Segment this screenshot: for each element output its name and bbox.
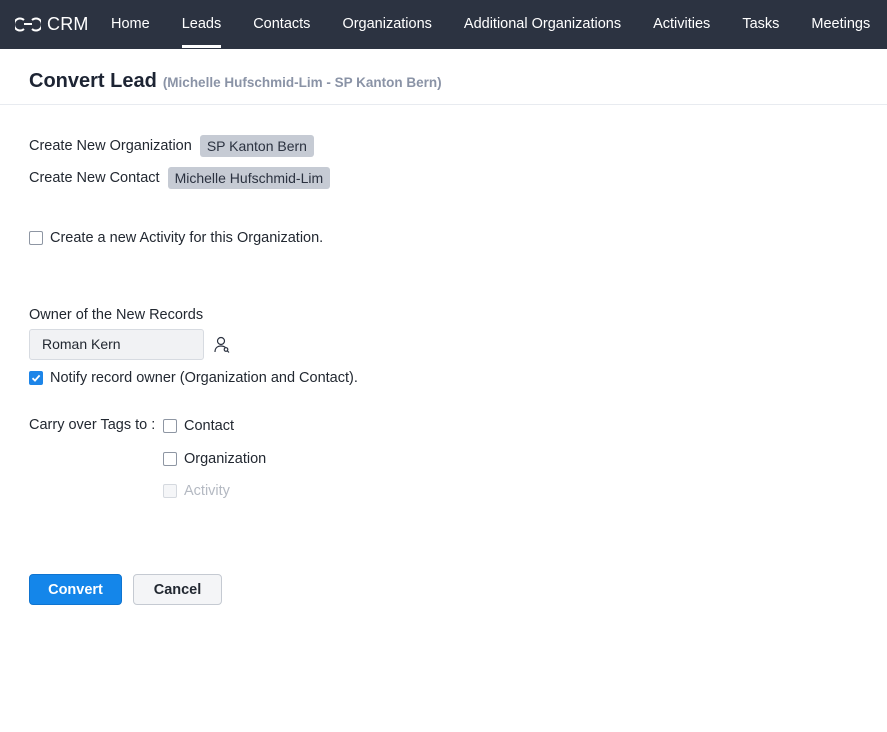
owner-input[interactable]: Roman Kern — [29, 329, 204, 360]
create-contact-row: Create New Contact Michelle Hufschmid-Li… — [29, 167, 331, 189]
tag-option-activity: Activity — [163, 483, 230, 499]
nav-item-additional-organizations[interactable]: Additional Organizations — [448, 0, 637, 49]
create-activity-checkbox[interactable] — [29, 231, 43, 245]
organization-name-chip: SP Kanton Bern — [199, 135, 314, 157]
crm-logo[interactable]: CRM — [15, 12, 89, 36]
create-organization-row: Create New Organization SP Kanton Bern — [29, 135, 314, 157]
contact-name-chip: Michelle Hufschmid-Lim — [167, 167, 331, 189]
tag-contact-label: Contact — [184, 418, 234, 434]
user-lookup-icon[interactable] — [214, 336, 230, 353]
page-title: Convert Lead — [29, 70, 157, 92]
notify-owner-checkbox[interactable] — [29, 371, 43, 385]
top-navigation-bar: CRM Home Leads Contacts Organizations Ad… — [0, 0, 887, 49]
crm-logo-icon — [15, 17, 41, 32]
notify-owner-option[interactable]: Notify record owner (Organization and Co… — [29, 370, 358, 386]
nav-item-leads[interactable]: Leads — [166, 0, 238, 49]
tag-organization-checkbox[interactable] — [163, 452, 177, 466]
tag-activity-checkbox — [163, 484, 177, 498]
main-nav: Home Leads Contacts Organizations Additi… — [95, 0, 886, 49]
check-icon — [31, 374, 41, 382]
nav-item-tasks[interactable]: Tasks — [726, 0, 795, 49]
nav-item-contacts[interactable]: Contacts — [237, 0, 326, 49]
owner-label: Owner of the New Records — [29, 307, 204, 323]
nav-item-organizations[interactable]: Organizations — [326, 0, 447, 49]
cancel-button[interactable]: Cancel — [133, 574, 222, 605]
nav-item-activities[interactable]: Activities — [637, 0, 726, 49]
tag-organization-label: Organization — [184, 451, 267, 467]
tag-option-organization[interactable]: Organization — [163, 451, 266, 467]
nav-item-meetings[interactable]: Meetings — [795, 0, 886, 49]
create-activity-label: Create a new Activity for this Organizat… — [50, 230, 324, 246]
app-name: CRM — [47, 13, 89, 34]
create-contact-label: Create New Contact — [29, 170, 160, 186]
notify-owner-label: Notify record owner (Organization and Co… — [50, 370, 358, 386]
tag-contact-checkbox[interactable] — [163, 419, 177, 433]
create-organization-label: Create New Organization — [29, 138, 192, 154]
page-subtitle: (Michelle Hufschmid-Lim - SP Kanton Bern… — [162, 75, 442, 90]
create-activity-option[interactable]: Create a new Activity for this Organizat… — [29, 230, 323, 246]
header-divider — [0, 104, 887, 105]
nav-item-home[interactable]: Home — [95, 0, 166, 49]
tag-activity-label: Activity — [184, 483, 230, 499]
page-header: Convert Lead (Michelle Hufschmid-Lim - S… — [29, 70, 442, 93]
carry-over-tags-label: Carry over Tags to : — [29, 417, 156, 433]
convert-button[interactable]: Convert — [29, 574, 122, 605]
tag-option-contact[interactable]: Contact — [163, 418, 234, 434]
